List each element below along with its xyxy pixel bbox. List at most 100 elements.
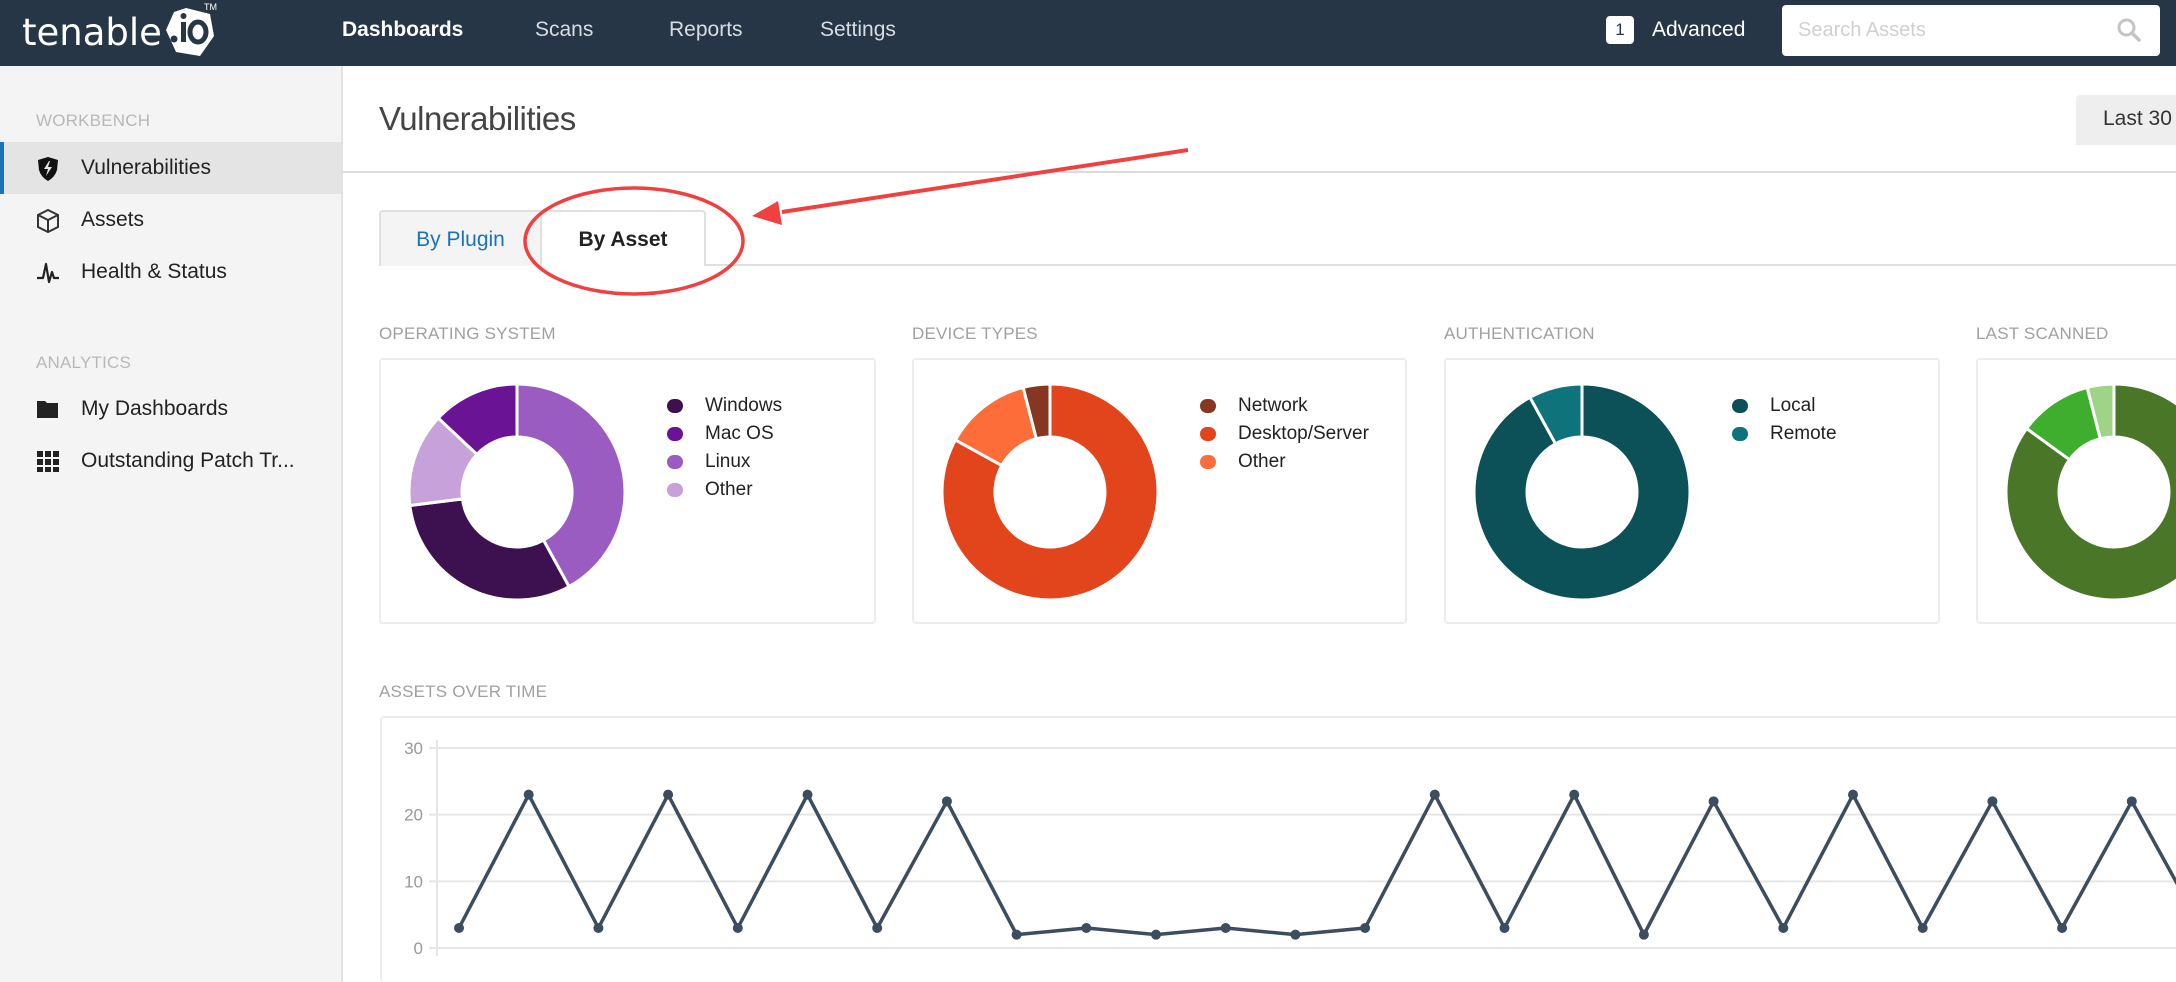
donut-chart-authentication	[1474, 384, 1690, 600]
legend-item-desktop-server[interactable]: Desktop/Server	[1200, 420, 1369, 448]
donut-card-device-types: Network Desktop/Server Other	[912, 358, 1407, 624]
nav-dashboards[interactable]: Dashboards	[342, 18, 463, 42]
legend-device-types: Network Desktop/Server Other	[1200, 392, 1369, 476]
sidebar-item-health-status[interactable]: Health & Status	[0, 246, 341, 298]
data-point-15[interactable]	[1499, 923, 1510, 933]
sidebar: WORKBENCH Vulnerabilities Assets Health …	[0, 66, 343, 982]
data-point-23[interactable]	[2057, 923, 2068, 933]
legend-label: Network	[1238, 395, 1308, 416]
legend-swatch	[1732, 399, 1748, 413]
page-title: Vulnerabilities	[379, 100, 576, 137]
data-point-8[interactable]	[1011, 929, 1022, 940]
data-point-6[interactable]	[872, 923, 883, 933]
data-point-17[interactable]	[1638, 929, 1649, 940]
y-tick-label: 20	[404, 806, 423, 825]
legend-item-network[interactable]: Network	[1200, 392, 1369, 420]
data-point-1[interactable]	[523, 789, 534, 800]
folder-icon	[36, 397, 60, 421]
sidebar-item-assets[interactable]: Assets	[0, 194, 341, 246]
legend-swatch	[667, 399, 683, 413]
legend-label: Mac OS	[705, 423, 774, 444]
legend-label: Local	[1770, 395, 1816, 416]
chart-title-os: OPERATING SYSTEM	[379, 324, 556, 343]
tenable-logo[interactable]: tenable	[22, 6, 216, 58]
logo-trademark: TM	[204, 2, 217, 12]
grid-icon	[36, 449, 60, 473]
data-point-14[interactable]	[1429, 789, 1440, 800]
data-point-18[interactable]	[1708, 796, 1719, 807]
legend-swatch	[667, 483, 683, 497]
legend-label: Other	[705, 479, 753, 500]
sidebar-item-outstanding-patch[interactable]: Outstanding Patch Tr...	[0, 435, 341, 487]
legend-item-windows[interactable]: Windows	[667, 392, 782, 420]
legend-item-other[interactable]: Other	[1200, 448, 1369, 476]
nav-scans[interactable]: Scans	[535, 18, 593, 42]
legend-os: Windows Mac OS Linux Other	[667, 392, 782, 504]
data-point-0[interactable]	[454, 923, 464, 933]
data-point-7[interactable]	[941, 796, 952, 807]
tab-by-asset[interactable]: By Asset	[542, 210, 706, 266]
donut-chart-os	[409, 384, 625, 600]
chart-title-assets-over-time: ASSETS OVER TIME	[379, 682, 548, 701]
sidebar-item-vulnerabilities[interactable]: Vulnerabilities	[0, 142, 341, 194]
sidebar-item-my-dashboards[interactable]: My Dashboards	[0, 383, 341, 435]
donut-chart-last-scanned	[2006, 384, 2176, 600]
search-input[interactable]	[1798, 15, 2098, 45]
data-point-2[interactable]	[593, 923, 604, 933]
tab-by-plugin[interactable]: By Plugin	[379, 210, 542, 266]
legend-label: Remote	[1770, 423, 1837, 444]
header-divider	[343, 171, 2176, 173]
data-point-13[interactable]	[1360, 923, 1371, 933]
data-point-5[interactable]	[802, 789, 813, 800]
donut-slice-windows[interactable]	[409, 497, 572, 600]
sidebar-heading-analytics: ANALYTICS	[36, 353, 132, 372]
data-point-22[interactable]	[1987, 796, 1998, 807]
cube-icon	[36, 208, 60, 234]
sidebar-item-label: Vulnerabilities	[81, 156, 211, 179]
donut-card-os: Windows Mac OS Linux Other	[379, 358, 876, 624]
series-line-assets	[457, 792, 2176, 937]
sidebar-item-label: My Dashboards	[81, 397, 229, 420]
sidebar-item-label: Outstanding Patch Tr...	[81, 449, 295, 472]
advanced-count-badge[interactable]: 1	[1606, 16, 1634, 44]
legend-item-local[interactable]: Local	[1732, 392, 1837, 420]
chart-title-last-scanned: LAST SCANNED	[1976, 324, 2109, 343]
data-point-12[interactable]	[1290, 929, 1301, 940]
date-range-button[interactable]: Last 30	[2076, 95, 2176, 145]
data-point-11[interactable]	[1220, 923, 1231, 933]
data-point-19[interactable]	[1778, 923, 1789, 933]
legend-swatch	[1732, 427, 1748, 441]
shield-bolt-icon	[36, 156, 60, 181]
logo-hexagon-icon	[164, 6, 216, 58]
data-point-24[interactable]	[2126, 796, 2137, 807]
data-point-21[interactable]	[1917, 923, 1928, 933]
sidebar-item-label: Assets	[81, 208, 145, 231]
legend-item-other[interactable]: Other	[667, 476, 782, 504]
data-point-10[interactable]	[1151, 929, 1161, 940]
legend-authentication: Local Remote	[1732, 392, 1837, 448]
legend-swatch	[1200, 455, 1216, 469]
magnifier-icon[interactable]	[2116, 17, 2142, 48]
sidebar-heading-workbench: WORKBENCH	[36, 111, 151, 130]
pulse-icon	[36, 260, 60, 284]
y-tick-label: 30	[404, 739, 423, 758]
data-point-20[interactable]	[1848, 789, 1858, 800]
data-point-4[interactable]	[732, 923, 743, 933]
top-navbar: tenable TM Dashboards Scans Reports Sett…	[0, 0, 2176, 66]
tabs-baseline	[706, 264, 2176, 266]
legend-label: Other	[1238, 451, 1286, 472]
donut-card-last-scanned	[1976, 358, 2176, 624]
annotation-arrowhead	[752, 201, 782, 225]
legend-item-mac-os[interactable]: Mac OS	[667, 420, 782, 448]
advanced-search-link[interactable]: Advanced	[1652, 18, 1745, 42]
search-box[interactable]	[1782, 5, 2160, 56]
data-point-9[interactable]	[1081, 923, 1092, 933]
chart-title-authentication: AUTHENTICATION	[1444, 324, 1595, 343]
nav-settings[interactable]: Settings	[820, 18, 896, 42]
legend-item-remote[interactable]: Remote	[1732, 420, 1837, 448]
legend-item-linux[interactable]: Linux	[667, 448, 782, 476]
y-tick-label: 10	[404, 872, 423, 891]
data-point-3[interactable]	[663, 789, 674, 800]
nav-reports[interactable]: Reports	[669, 18, 743, 42]
data-point-16[interactable]	[1569, 789, 1580, 800]
